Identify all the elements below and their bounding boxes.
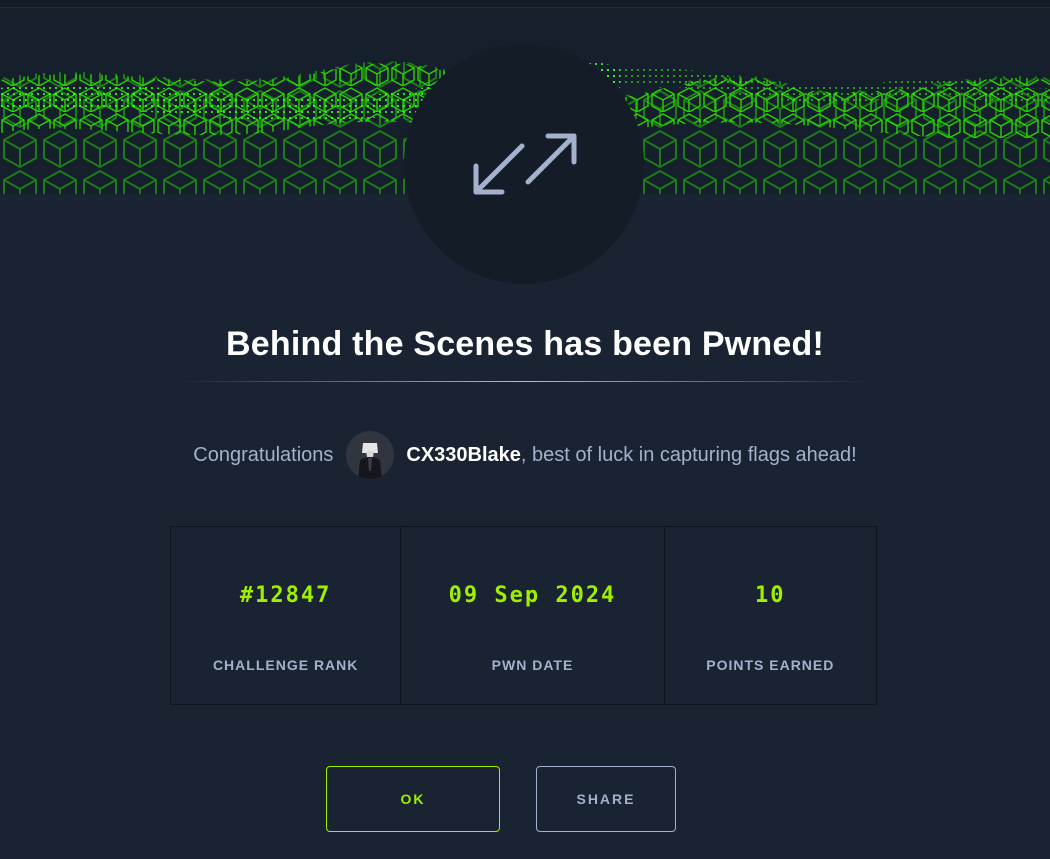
- points-earned-value: 10: [755, 583, 786, 608]
- share-button[interactable]: SHARE: [536, 766, 676, 832]
- expand-arrows-icon: [404, 44, 644, 284]
- stat-pwn-date: 09 Sep 2024 PWN DATE: [400, 527, 663, 704]
- congrats-suffix: , best of luck in capturing flags ahead!: [520, 443, 857, 466]
- stats-panel: #12847 CHALLENGE RANK 09 Sep 2024 PWN DA…: [170, 526, 877, 705]
- title-divider: [180, 381, 870, 382]
- congrats-prefix: Congratulations: [193, 443, 334, 466]
- user-avatar: [346, 431, 395, 479]
- top-bar: [0, 0, 1050, 8]
- points-earned-label: POINTS EARNED: [706, 657, 835, 673]
- ok-button[interactable]: OK: [326, 766, 500, 832]
- challenge-rank-value: #12847: [239, 583, 332, 608]
- pwn-date-label: PWN DATE: [491, 657, 574, 673]
- pwn-date-value: 09 Sep 2024: [448, 583, 617, 608]
- congratulations-message: Congratulations CX330Blake , best of luc…: [0, 430, 1050, 480]
- username: CX330Blake: [406, 443, 521, 466]
- pwned-title: Behind the Scenes has been Pwned!: [226, 325, 824, 363]
- stat-challenge-rank: #12847 CHALLENGE RANK: [171, 527, 400, 704]
- challenge-rank-label: CHALLENGE RANK: [212, 657, 359, 673]
- stat-points-earned: 10 POINTS EARNED: [663, 527, 876, 704]
